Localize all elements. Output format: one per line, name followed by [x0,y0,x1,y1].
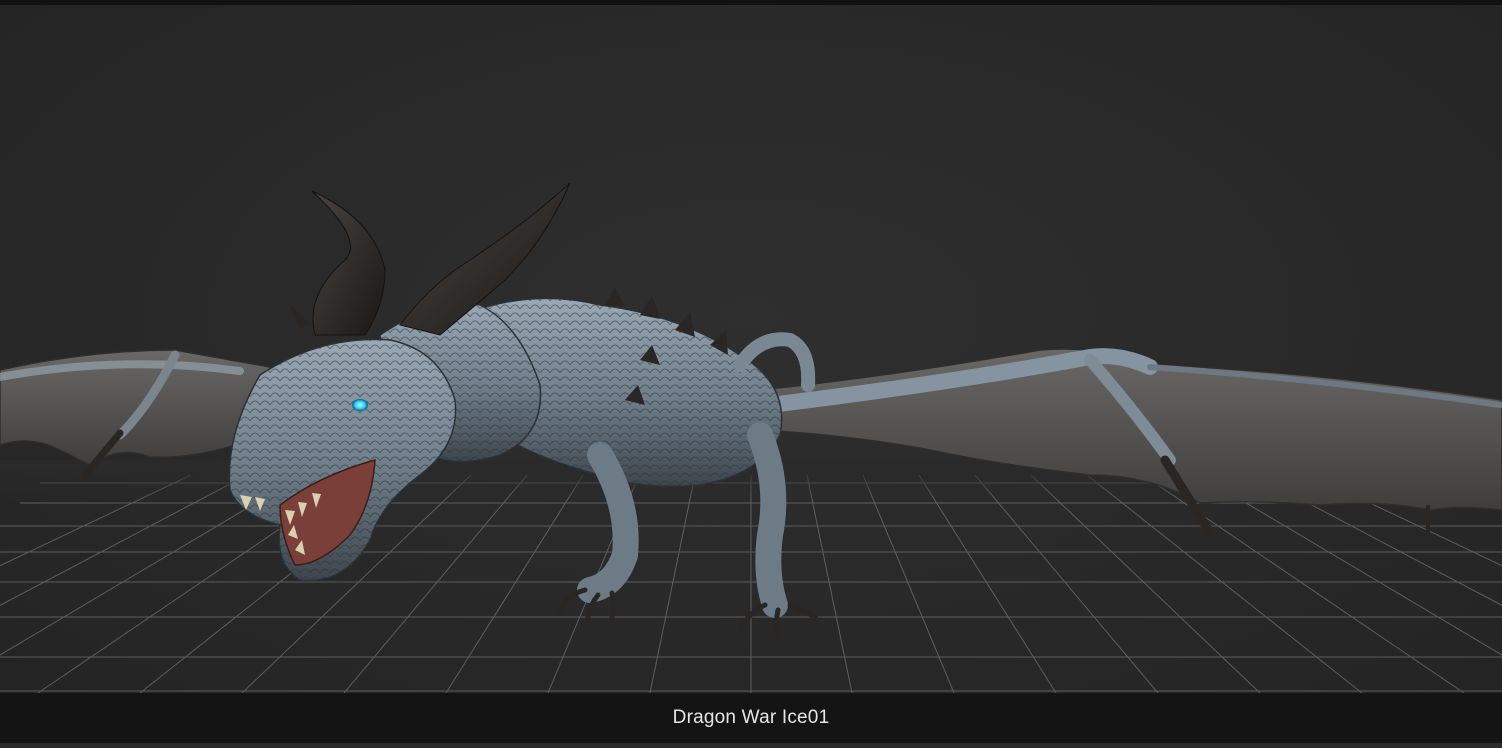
model-viewer: Dragon War Ice01 [0,0,1502,748]
rear-leg [747,422,788,618]
left-horn [311,190,386,336]
viewport-canvas[interactable] [0,5,1502,693]
caption-bar: Dragon War Ice01 [0,693,1502,743]
bottom-border [0,743,1502,748]
floor-grid [0,474,1502,693]
dragon-eye [352,399,368,411]
3d-viewport[interactable] [0,5,1502,693]
model-title: Dragon War Ice01 [672,707,830,728]
